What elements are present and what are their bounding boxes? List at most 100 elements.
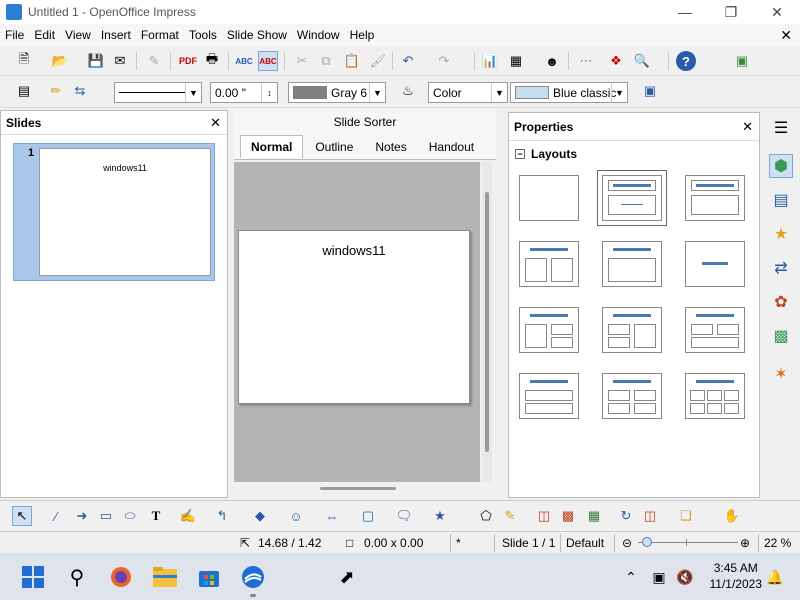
notification-icon[interactable]: 🔔 (760, 562, 790, 592)
file-explorer-icon[interactable] (150, 562, 180, 592)
vertical-scrollbar[interactable] (482, 162, 492, 482)
tab-notes[interactable]: Notes (365, 136, 416, 158)
zoom-in-icon[interactable]: ⊕ (740, 536, 750, 550)
connector-tool-icon[interactable]: ↰ (212, 506, 232, 526)
sidebar-menu-icon[interactable]: ☰ (769, 116, 793, 140)
layout-title-2-content[interactable] (519, 241, 579, 287)
undo-icon[interactable]: ↶ (398, 51, 418, 71)
area-icon[interactable]: ♨ (398, 81, 418, 101)
layout-blank[interactable] (519, 175, 579, 221)
slide-title-text[interactable]: windows11 (239, 243, 469, 258)
layout-title-content-2-content[interactable] (519, 307, 579, 353)
fontwork-gallery-icon[interactable]: ◫ (534, 506, 554, 526)
zoom-icon[interactable]: 🔍 (632, 51, 652, 71)
custom-animation-icon[interactable]: ★ (769, 222, 793, 246)
tab-handout[interactable]: Handout (419, 136, 484, 158)
area-style-select[interactable]: Color ▼ (428, 82, 508, 103)
slide-canvas[interactable]: windows11 (234, 162, 480, 482)
arrow-tool-icon[interactable]: ➜ (72, 506, 92, 526)
line-style-select[interactable]: ▼ (114, 82, 202, 103)
menu-help[interactable]: Help (345, 28, 380, 42)
callouts-icon[interactable]: 🗨 (394, 506, 414, 526)
layout-centered-text[interactable] (685, 241, 745, 287)
paste-icon[interactable]: 📋 (342, 51, 362, 71)
minimize-button[interactable]: — (662, 0, 708, 24)
chart-icon[interactable]: 📊 (480, 51, 500, 71)
save-icon[interactable]: 💾 (86, 51, 106, 71)
layouts-section-header[interactable]: − Layouts (515, 147, 577, 161)
menu-format[interactable]: Format (136, 28, 184, 42)
auto-spellcheck-icon[interactable]: ABC (258, 51, 278, 71)
print-icon[interactable]: 🖶 (202, 51, 222, 71)
close-document-icon[interactable]: ✕ (780, 27, 792, 44)
copy-icon[interactable]: ⧉ (316, 51, 336, 71)
select-arrow-icon[interactable]: ↖ (12, 506, 32, 526)
rotate-icon[interactable]: ↻ (616, 506, 636, 526)
menu-tools[interactable]: Tools (184, 28, 222, 42)
rectangle-tool-icon[interactable]: ▭ (96, 506, 116, 526)
from-file-icon[interactable]: ▩ (558, 506, 578, 526)
zoom-slider[interactable] (638, 542, 738, 543)
export-pdf-icon[interactable]: PDF (178, 51, 198, 71)
spellcheck-icon[interactable]: ABC (234, 51, 254, 71)
styles-formatting-icon[interactable]: ✿ (769, 290, 793, 314)
help-icon[interactable]: ? (676, 51, 696, 71)
stars-icon[interactable]: ★ (430, 506, 450, 526)
close-icon[interactable]: ✕ (210, 115, 221, 131)
menu-window[interactable]: Window (292, 28, 345, 42)
layout-title-2-content-over-content[interactable] (685, 307, 745, 353)
new-document-icon[interactable]: 🗎 (14, 51, 34, 71)
gallery-icon[interactable]: ▩ (769, 324, 793, 348)
tab-outline[interactable]: Outline (305, 136, 363, 158)
fontwork-icon[interactable]: ☻ (542, 51, 562, 71)
gallery-image-icon[interactable]: ▦ (584, 506, 604, 526)
layout-title-slide[interactable] (597, 170, 667, 226)
firefox-icon[interactable] (106, 562, 136, 592)
layout-title-content[interactable] (685, 175, 745, 221)
navigator-compass-icon[interactable]: ✶ (769, 362, 793, 386)
open-folder-icon[interactable]: 📂 (50, 51, 70, 71)
search-icon[interactable]: ⚲ (62, 562, 92, 592)
line-color-select[interactable]: Gray 6 ▼ (288, 82, 386, 103)
arrow-style-icon[interactable]: ⇆ (70, 81, 90, 101)
spin-icon[interactable]: ↕ (261, 83, 277, 102)
zoom-slider-handle[interactable] (642, 537, 652, 547)
master-pages-icon[interactable]: ▤ (769, 188, 793, 212)
arrange-icon[interactable]: ❏ (676, 506, 696, 526)
horizontal-scrollbar-thumb[interactable] (320, 487, 396, 490)
styles-icon[interactable]: ▤ (14, 81, 34, 101)
slide-transition-icon[interactable]: ⇄ (769, 256, 793, 280)
slide-layout-icon[interactable]: ▣ (732, 51, 752, 71)
email-icon[interactable]: ✉ (110, 51, 130, 71)
scrollbar-thumb[interactable] (485, 192, 489, 452)
symbol-shapes-icon[interactable]: ☺ (286, 506, 306, 526)
extrusion-icon[interactable]: ✋ (722, 506, 742, 526)
clone-formatting-icon[interactable]: 🖌 (368, 51, 388, 71)
collapse-icon[interactable]: − (515, 149, 525, 159)
layout-title-6-content[interactable] (685, 373, 745, 419)
ellipse-tool-icon[interactable]: ⬭ (120, 506, 140, 526)
menu-file[interactable]: File (0, 28, 29, 42)
line-width-field[interactable]: 0.00 " ↕ (210, 82, 278, 103)
line-tool-icon[interactable]: ∕ (46, 506, 66, 526)
navigator-icon[interactable]: ❖ (606, 51, 626, 71)
current-slide[interactable]: windows11 (238, 230, 470, 404)
menu-edit[interactable]: Edit (29, 28, 60, 42)
flowchart-icon[interactable]: ▢ (358, 506, 378, 526)
table-icon[interactable]: ▦ (506, 51, 526, 71)
line-icon[interactable]: ✏ (46, 81, 66, 101)
basic-shapes-icon[interactable]: ◆ (250, 506, 270, 526)
slide-sorter-label[interactable]: Slide Sorter (234, 110, 496, 134)
menu-slide-show[interactable]: Slide Show (222, 28, 292, 42)
menu-insert[interactable]: Insert (96, 28, 136, 42)
start-icon[interactable] (18, 562, 48, 592)
tab-normal[interactable]: Normal (240, 135, 304, 158)
store-icon[interactable] (194, 562, 224, 592)
layout-title-2-content-content[interactable] (602, 307, 662, 353)
close-icon[interactable]: ✕ (742, 119, 753, 135)
volume-muted-icon[interactable]: 🔇 (670, 562, 700, 592)
master-page-name[interactable]: Default (566, 536, 604, 550)
text-tool-icon[interactable]: T (146, 506, 166, 526)
edit-file-icon[interactable]: ✎ (144, 51, 164, 71)
close-window-button[interactable]: ✕ (754, 0, 800, 24)
